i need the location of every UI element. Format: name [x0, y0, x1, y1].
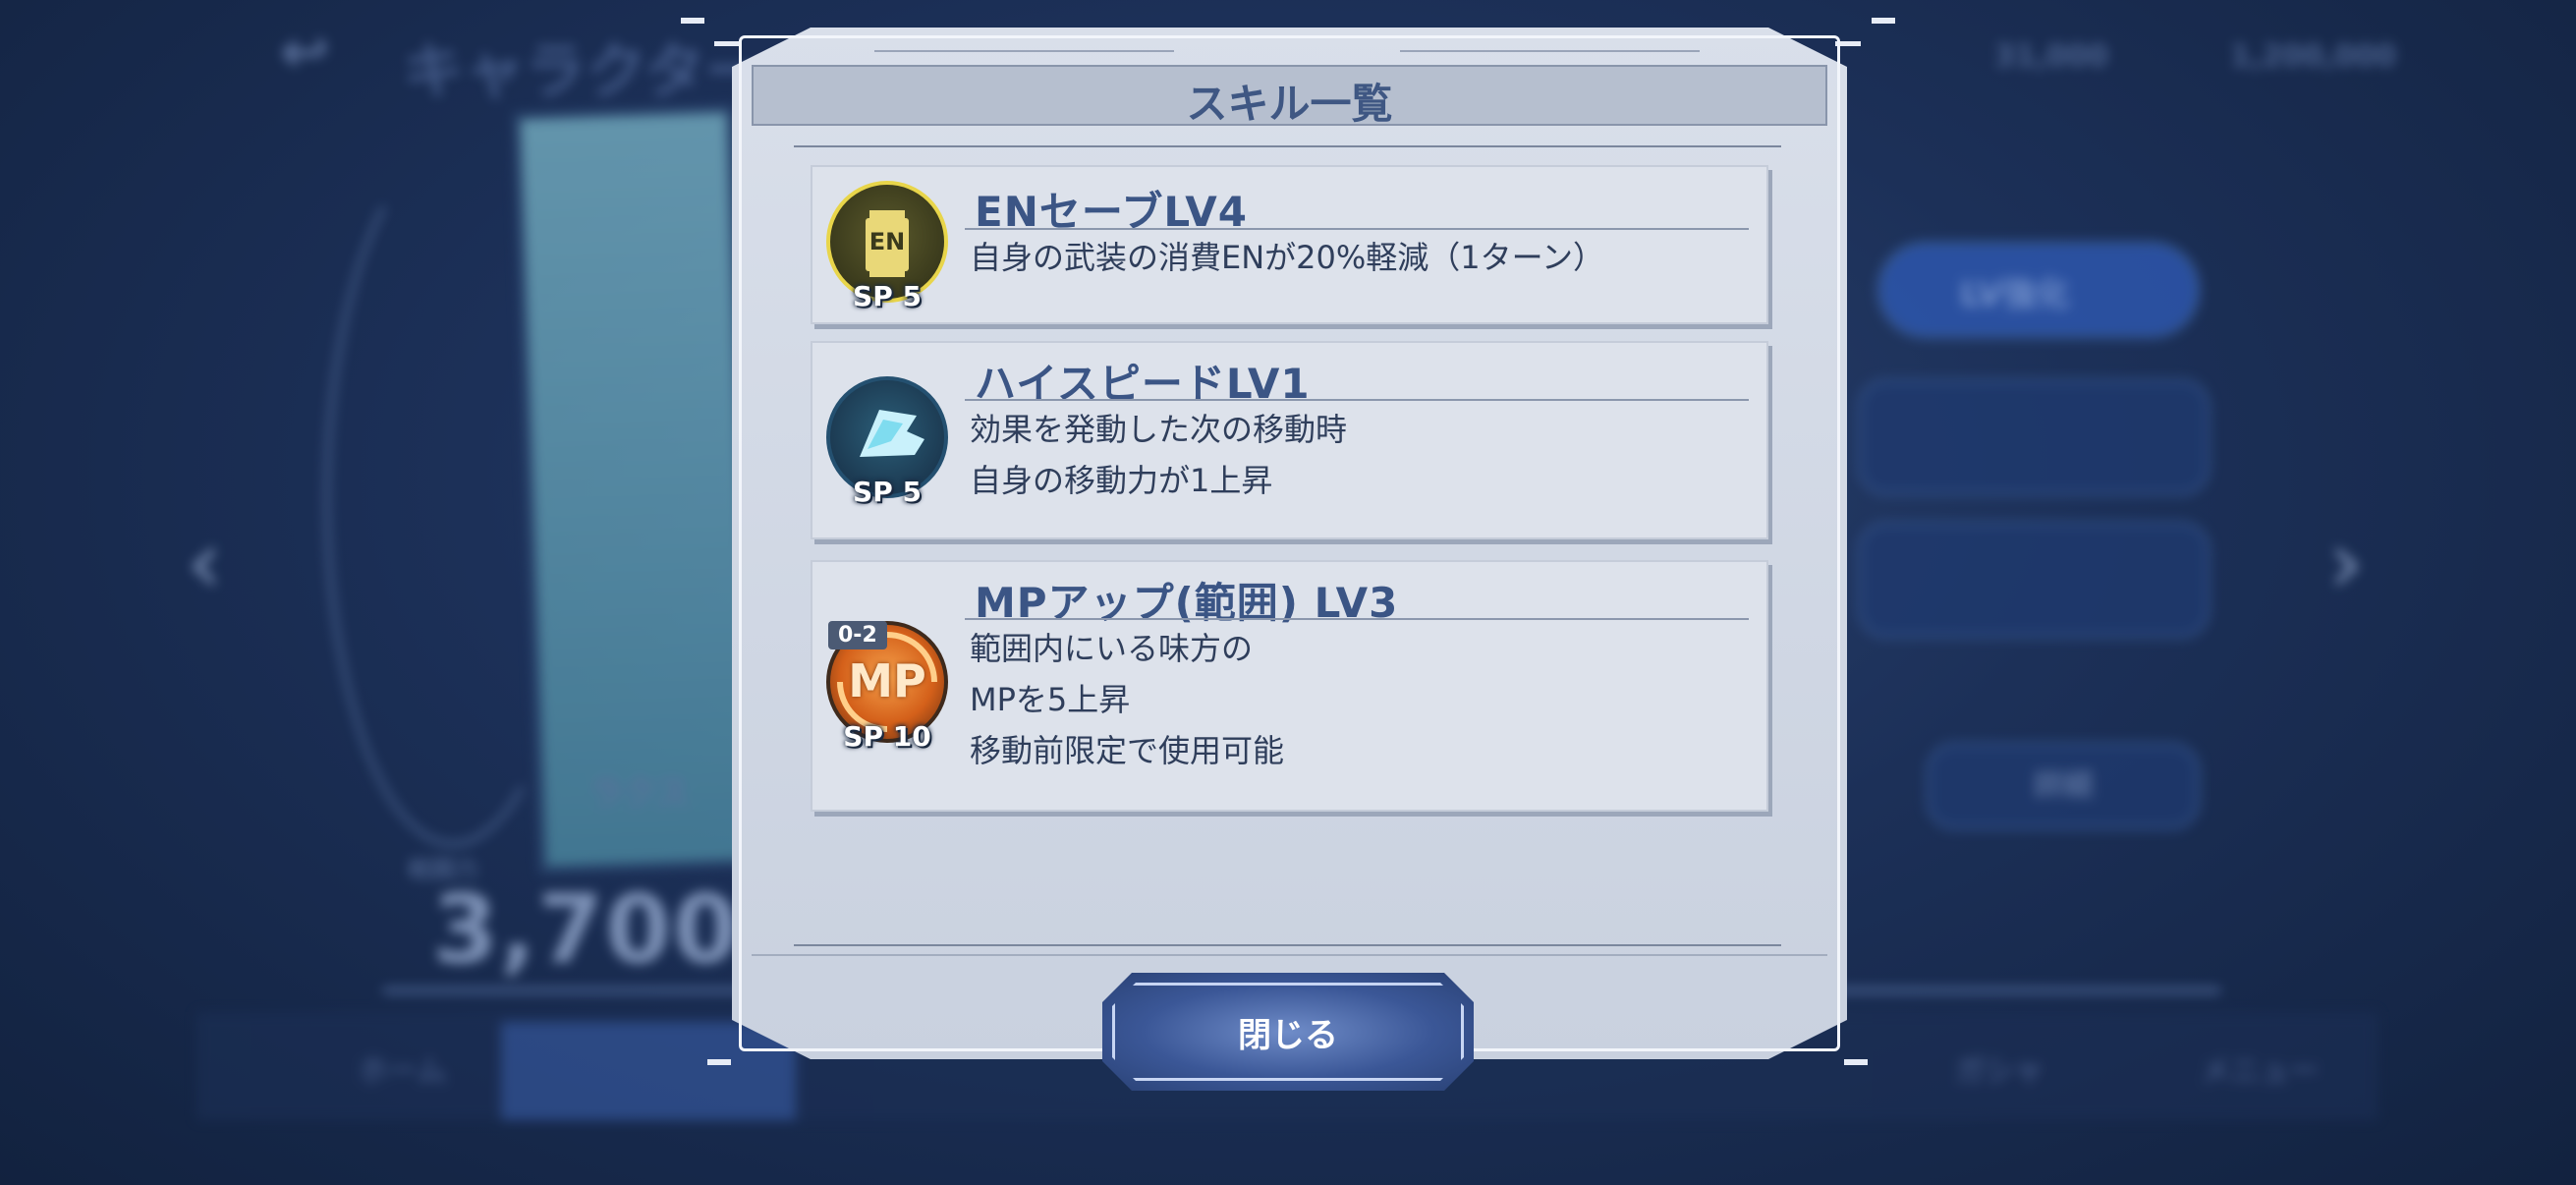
- prev-arrow-icon[interactable]: ‹: [187, 511, 222, 614]
- icon-label: MP: [848, 654, 926, 707]
- close-button[interactable]: 閉じる: [1102, 973, 1474, 1091]
- desc-line: 効果を発動した次の移動時: [970, 411, 1348, 448]
- next-arrow-icon[interactable]: ›: [2328, 511, 2364, 614]
- sp-cost: SP 5: [853, 280, 922, 312]
- desc-line: 自身の移動力が1上昇: [970, 462, 1273, 499]
- skill-name: ハイスピードLV1: [975, 360, 1311, 408]
- en-canister-icon: EN SP 5: [826, 181, 948, 312]
- equip-slot-1[interactable]: [1857, 378, 2211, 496]
- sp-cost: SP 10: [843, 720, 931, 753]
- desc-line: 移動前限定で使用可能: [970, 732, 1285, 769]
- screen-title: キャラクター: [403, 35, 766, 107]
- character-name: ラクス: [589, 774, 689, 814]
- frame-tick: [1872, 18, 1895, 24]
- skill-card-high-speed[interactable]: SP 5 ハイスピードLV1 効果を発動した次の移動時 自身の移動力が1上昇: [811, 341, 1768, 539]
- dialog-header: スキル一覧: [752, 65, 1827, 128]
- skill-name: MPアップ(範囲) LV3: [975, 579, 1399, 627]
- desc-line: MPを5上昇: [970, 681, 1131, 718]
- detail-button[interactable]: 詳細: [1926, 742, 2201, 830]
- icon-label: EN: [868, 228, 906, 255]
- power-value: 3,700: [432, 875, 741, 985]
- skill-underline: [965, 618, 1749, 620]
- skill-card-en-save[interactable]: EN SP 5 ENセーブLV4 自身の武装の消費ENが20%軽減（1ターン）: [811, 165, 1768, 324]
- nav-home[interactable]: ホーム: [359, 1046, 446, 1090]
- header-deco-line: [1400, 50, 1700, 52]
- skill-underline: [965, 399, 1749, 401]
- desc-line: 範囲内にいる味方の: [970, 630, 1254, 667]
- currency-1: 31,000: [1994, 39, 2108, 74]
- footer-rule: [794, 944, 1781, 946]
- desc-line: 自身の武装の消費ENが20%軽減（1ターン）: [970, 239, 1605, 276]
- frame-tick: [707, 1059, 731, 1065]
- equip-slot-2[interactable]: [1857, 521, 2211, 639]
- skill-card-mp-up[interactable]: MP SP 10 0-2 MPアップ(範囲) LV3 範囲内にいる味方の MPを…: [811, 560, 1768, 812]
- footer-rule-2: [752, 954, 1827, 956]
- nav-gacha[interactable]: ガシャ: [1955, 1046, 2044, 1090]
- header-rule: [794, 145, 1781, 147]
- character-card: [512, 104, 761, 875]
- nav-menu[interactable]: メニュー: [2201, 1046, 2319, 1090]
- currency-2: 1,200,000: [2230, 39, 2396, 74]
- skill-description: 効果を発動した次の移動時 自身の移動力が1上昇: [970, 404, 1347, 506]
- speed-boot-icon: SP 5: [826, 376, 948, 508]
- close-label: 閉じる: [1238, 1016, 1338, 1055]
- range-tag: 0-2: [828, 621, 887, 649]
- frame-tick: [1844, 1059, 1868, 1065]
- frame-tick: [1835, 41, 1861, 46]
- skill-description: 範囲内にいる味方の MPを5上昇 移動前限定で使用可能: [970, 623, 1284, 776]
- header-deco-line: [874, 50, 1174, 52]
- lv-upgrade-button[interactable]: LV強化: [1876, 241, 2201, 339]
- dialog-title: スキル一覧: [1186, 80, 1393, 128]
- nav-selected[interactable]: [501, 1022, 796, 1120]
- back-icon[interactable]: ↩: [280, 18, 329, 86]
- frame-tick: [681, 18, 704, 24]
- skill-description: 自身の武装の消費ENが20%軽減（1ターン）: [970, 232, 1604, 283]
- skill-underline: [965, 228, 1749, 230]
- frame-tick: [714, 41, 740, 46]
- sp-cost: SP 5: [853, 476, 922, 508]
